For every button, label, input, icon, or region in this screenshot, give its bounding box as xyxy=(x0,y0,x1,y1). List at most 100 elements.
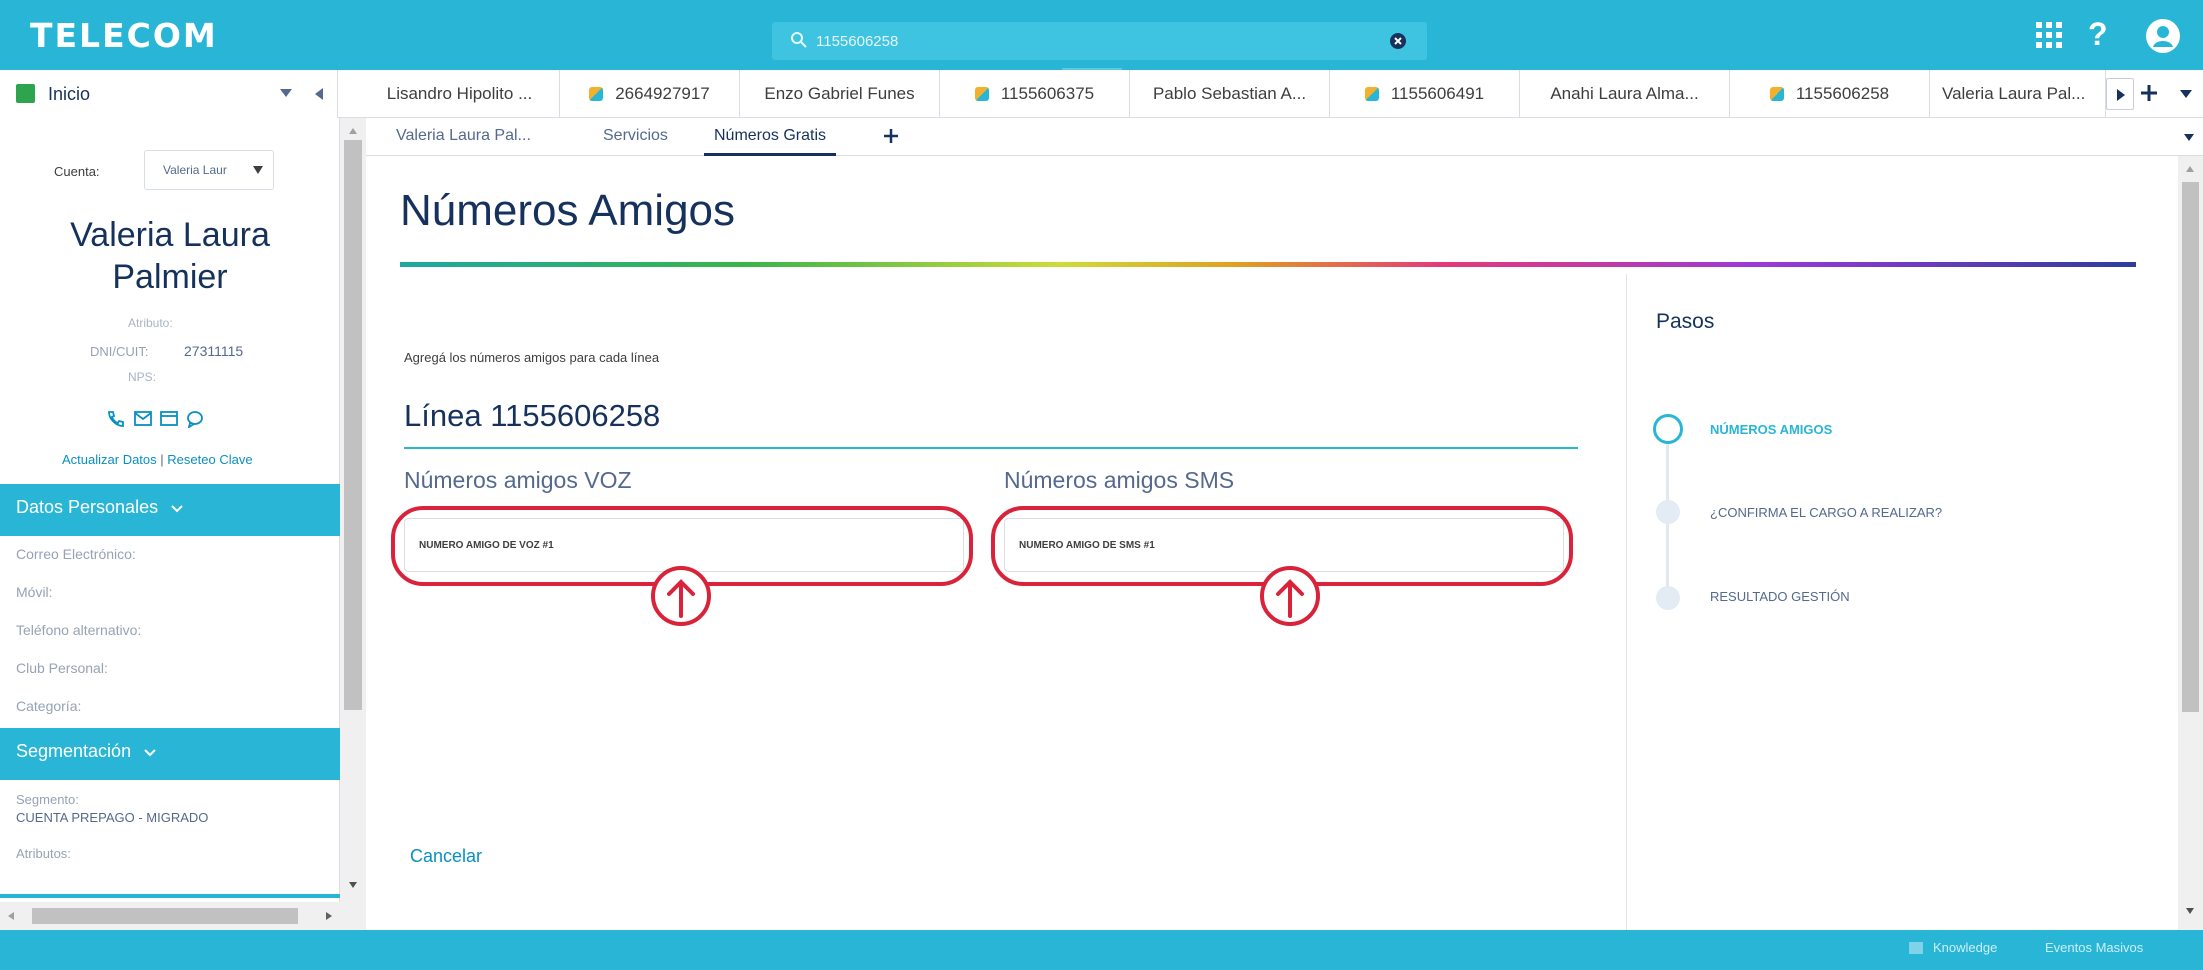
workspace-tab-active[interactable]: Valeria Laura Pal... xyxy=(1930,70,2106,118)
correo-field-label: Correo Electrónico: xyxy=(16,546,136,562)
help-icon[interactable]: ? xyxy=(2088,16,2108,53)
step-pending-icon xyxy=(1656,586,1680,610)
sms-number-input[interactable] xyxy=(1005,519,1563,571)
caret-left-icon[interactable] xyxy=(8,912,14,920)
main-vertical-scrollbar[interactable] xyxy=(2178,156,2203,930)
caret-down-icon[interactable] xyxy=(2184,134,2194,141)
linea-rule xyxy=(404,447,1578,449)
app-root: TELECOM ? Inicio Lisandro Hipolito ... 2… xyxy=(0,0,2203,970)
subtab-numeros-gratis[interactable]: Números Gratis xyxy=(704,118,837,156)
club-field-label: Club Personal: xyxy=(16,660,108,676)
global-header: TELECOM ? xyxy=(0,0,2203,74)
step-numeros-amigos: NÚMEROS AMIGOS xyxy=(1710,422,1833,437)
home-icon xyxy=(16,84,35,103)
email-icon[interactable] xyxy=(134,411,152,426)
voz-number-input[interactable] xyxy=(405,519,963,571)
categoria-field-label: Categoría: xyxy=(16,698,82,714)
datos-personales-header[interactable]: Datos Personales xyxy=(0,484,340,536)
title-gradient-rule xyxy=(400,262,2136,267)
user-avatar[interactable] xyxy=(2146,19,2180,53)
segmentacion-header[interactable]: Segmentación xyxy=(0,728,340,780)
user-icon xyxy=(2153,26,2173,47)
datos-personales-label: Datos Personales xyxy=(16,497,159,517)
cuenta-label: Cuenta: xyxy=(54,164,100,179)
cancel-button[interactable]: Cancelar xyxy=(410,846,482,867)
app-launcher-icon[interactable] xyxy=(2036,22,2062,48)
caret-down-icon[interactable] xyxy=(280,89,292,97)
atributos-label: Atributos: xyxy=(16,846,71,861)
step-resultado: RESULTADO GESTIÓN xyxy=(1710,589,1850,604)
chevron-down-icon xyxy=(171,505,183,513)
panel-divider xyxy=(0,894,340,898)
add-subtab-icon[interactable] xyxy=(884,129,898,143)
workspace-tab[interactable]: Pablo Sebastian A... xyxy=(1130,70,1330,118)
chat-icon[interactable] xyxy=(186,410,204,428)
scroll-thumb[interactable] xyxy=(2182,182,2199,712)
steps-panel xyxy=(1626,274,2152,930)
links-separator: | xyxy=(160,452,164,467)
shield-icon xyxy=(1769,87,1784,101)
step-confirma-cargo: ¿CONFIRMA EL CARGO A REALIZAR? xyxy=(1710,505,1943,520)
arrow-up-icon xyxy=(1260,566,1320,626)
tab-home[interactable]: Inicio xyxy=(0,70,338,118)
workspace-tab[interactable]: Enzo Gabriel Funes xyxy=(740,70,940,118)
subtab-servicios[interactable]: Servicios xyxy=(603,118,668,156)
card-icon[interactable] xyxy=(160,411,178,426)
horizontal-scrollbar[interactable] xyxy=(0,902,340,930)
shield-icon xyxy=(1364,87,1379,101)
workspace-tab[interactable]: 1155606375 xyxy=(940,70,1130,118)
caret-up-icon[interactable] xyxy=(349,128,357,134)
step-pending-icon xyxy=(1656,500,1680,524)
caret-down-icon[interactable] xyxy=(2186,908,2194,914)
subtab-account[interactable]: Valeria Laura Pal... xyxy=(396,118,531,156)
add-tab-icon[interactable] xyxy=(2140,84,2158,102)
search-input[interactable] xyxy=(816,30,1356,52)
reseteo-clave-link[interactable]: Reseteo Clave xyxy=(167,452,252,467)
clear-search-icon[interactable] xyxy=(1389,32,1407,50)
dni-value: 27311115 xyxy=(184,343,244,359)
account-highlights-panel: Cuenta: Valeria Laur Valeria Laura Palmi… xyxy=(0,118,340,930)
arrow-up-icon xyxy=(651,566,711,626)
atributo-label: Atributo: xyxy=(128,316,173,330)
sms-number-input-box[interactable] xyxy=(1004,518,1564,572)
tab-home-label: Inicio xyxy=(48,84,91,104)
caret-right-icon[interactable] xyxy=(326,912,332,920)
caret-down-icon[interactable] xyxy=(2180,90,2192,98)
scroll-thumb[interactable] xyxy=(344,140,362,710)
tab-scroll-right-button[interactable] xyxy=(2106,78,2134,110)
steps-title: Pasos xyxy=(1656,310,1715,333)
workspace-tab[interactable]: Lisandro Hipolito ... xyxy=(360,70,560,118)
utility-bar: Knowledge Eventos Masivos xyxy=(0,930,2203,970)
workspace-tab[interactable]: 2664927917 xyxy=(560,70,740,118)
phone-icon[interactable] xyxy=(106,410,124,428)
brand-logo: TELECOM xyxy=(30,16,218,55)
panel-vertical-scrollbar[interactable] xyxy=(340,118,366,930)
eventos-masivos-button[interactable]: Eventos Masivos xyxy=(2045,940,2143,955)
knowledge-button[interactable]: Knowledge xyxy=(1909,940,1997,955)
global-search[interactable] xyxy=(772,22,1427,74)
segmento-value: CUENTA PREPAGO - MIGRADO xyxy=(16,810,209,825)
workspace-tabs: Inicio Lisandro Hipolito ... 2664927917 … xyxy=(0,70,2203,118)
step-current-icon xyxy=(1653,414,1683,444)
actualizar-datos-link[interactable]: Actualizar Datos xyxy=(62,452,157,467)
page-title: Números Amigos xyxy=(400,186,736,235)
caret-down-icon[interactable] xyxy=(349,882,357,888)
account-links: Actualizar Datos | Reseteo Clave xyxy=(62,452,253,467)
caret-up-icon[interactable] xyxy=(2186,166,2194,172)
caret-down-icon xyxy=(253,166,263,174)
shield-icon xyxy=(974,87,989,101)
segmento-label: Segmento: xyxy=(16,792,79,807)
subtab-bar: Valeria Laura Pal... Servicios Números G… xyxy=(366,118,2203,156)
customer-name: Valeria Laura Palmier xyxy=(70,216,270,296)
workspace-tab[interactable]: 1155606258 xyxy=(1730,70,1930,118)
intro-text: Agregá los números amigos para cada líne… xyxy=(404,350,660,365)
scroll-thumb[interactable] xyxy=(32,908,298,924)
workspace-tab[interactable]: 1155606491 xyxy=(1330,70,1520,118)
voz-number-input-box[interactable] xyxy=(404,518,964,572)
movil-field-label: Móvil: xyxy=(16,584,53,600)
cuenta-select[interactable]: Valeria Laur xyxy=(144,150,274,190)
caret-left-icon[interactable] xyxy=(315,88,323,100)
workspace-tab[interactable]: Anahi Laura Alma... xyxy=(1520,70,1730,118)
cuenta-select-value: Valeria Laur xyxy=(163,163,227,177)
segmentacion-label: Segmentación xyxy=(16,741,132,761)
